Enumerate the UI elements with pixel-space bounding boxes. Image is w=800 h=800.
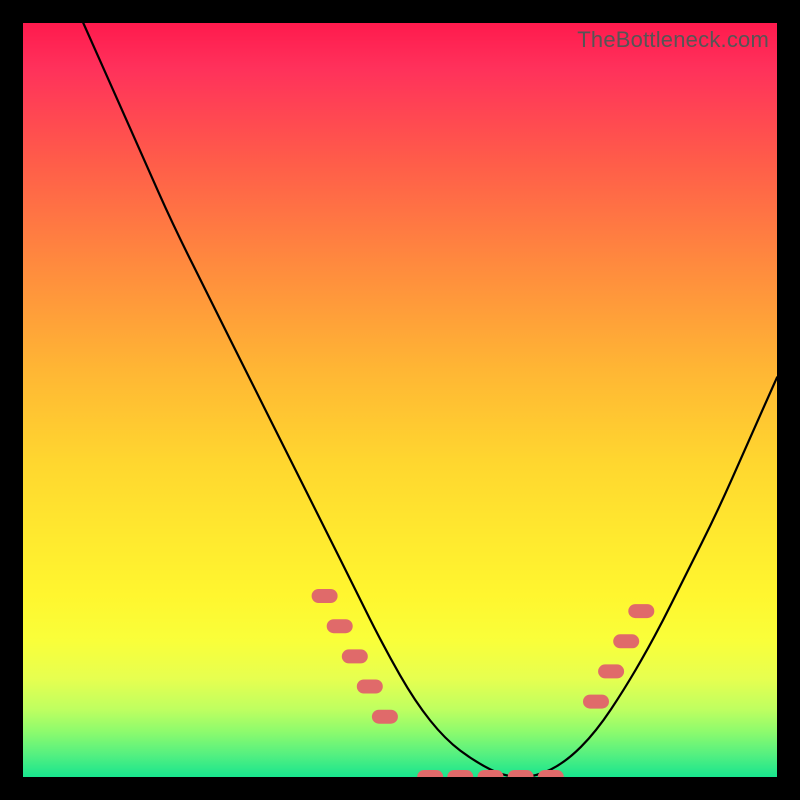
chart-frame: TheBottleneck.com: [23, 23, 777, 777]
data-dot: [583, 695, 609, 709]
data-dot: [357, 680, 383, 694]
data-dot: [598, 664, 624, 678]
data-dot: [447, 770, 473, 777]
data-dot: [628, 604, 654, 618]
chart-svg: [23, 23, 777, 777]
data-dot: [342, 649, 368, 663]
data-dot: [508, 770, 534, 777]
data-dot: [417, 770, 443, 777]
data-dot: [327, 619, 353, 633]
data-dot: [478, 770, 504, 777]
data-dot: [613, 634, 639, 648]
data-dot: [372, 710, 398, 724]
data-dot: [312, 589, 338, 603]
data-dot: [538, 770, 564, 777]
data-dots: [312, 589, 655, 777]
bottleneck-curve: [83, 23, 777, 777]
